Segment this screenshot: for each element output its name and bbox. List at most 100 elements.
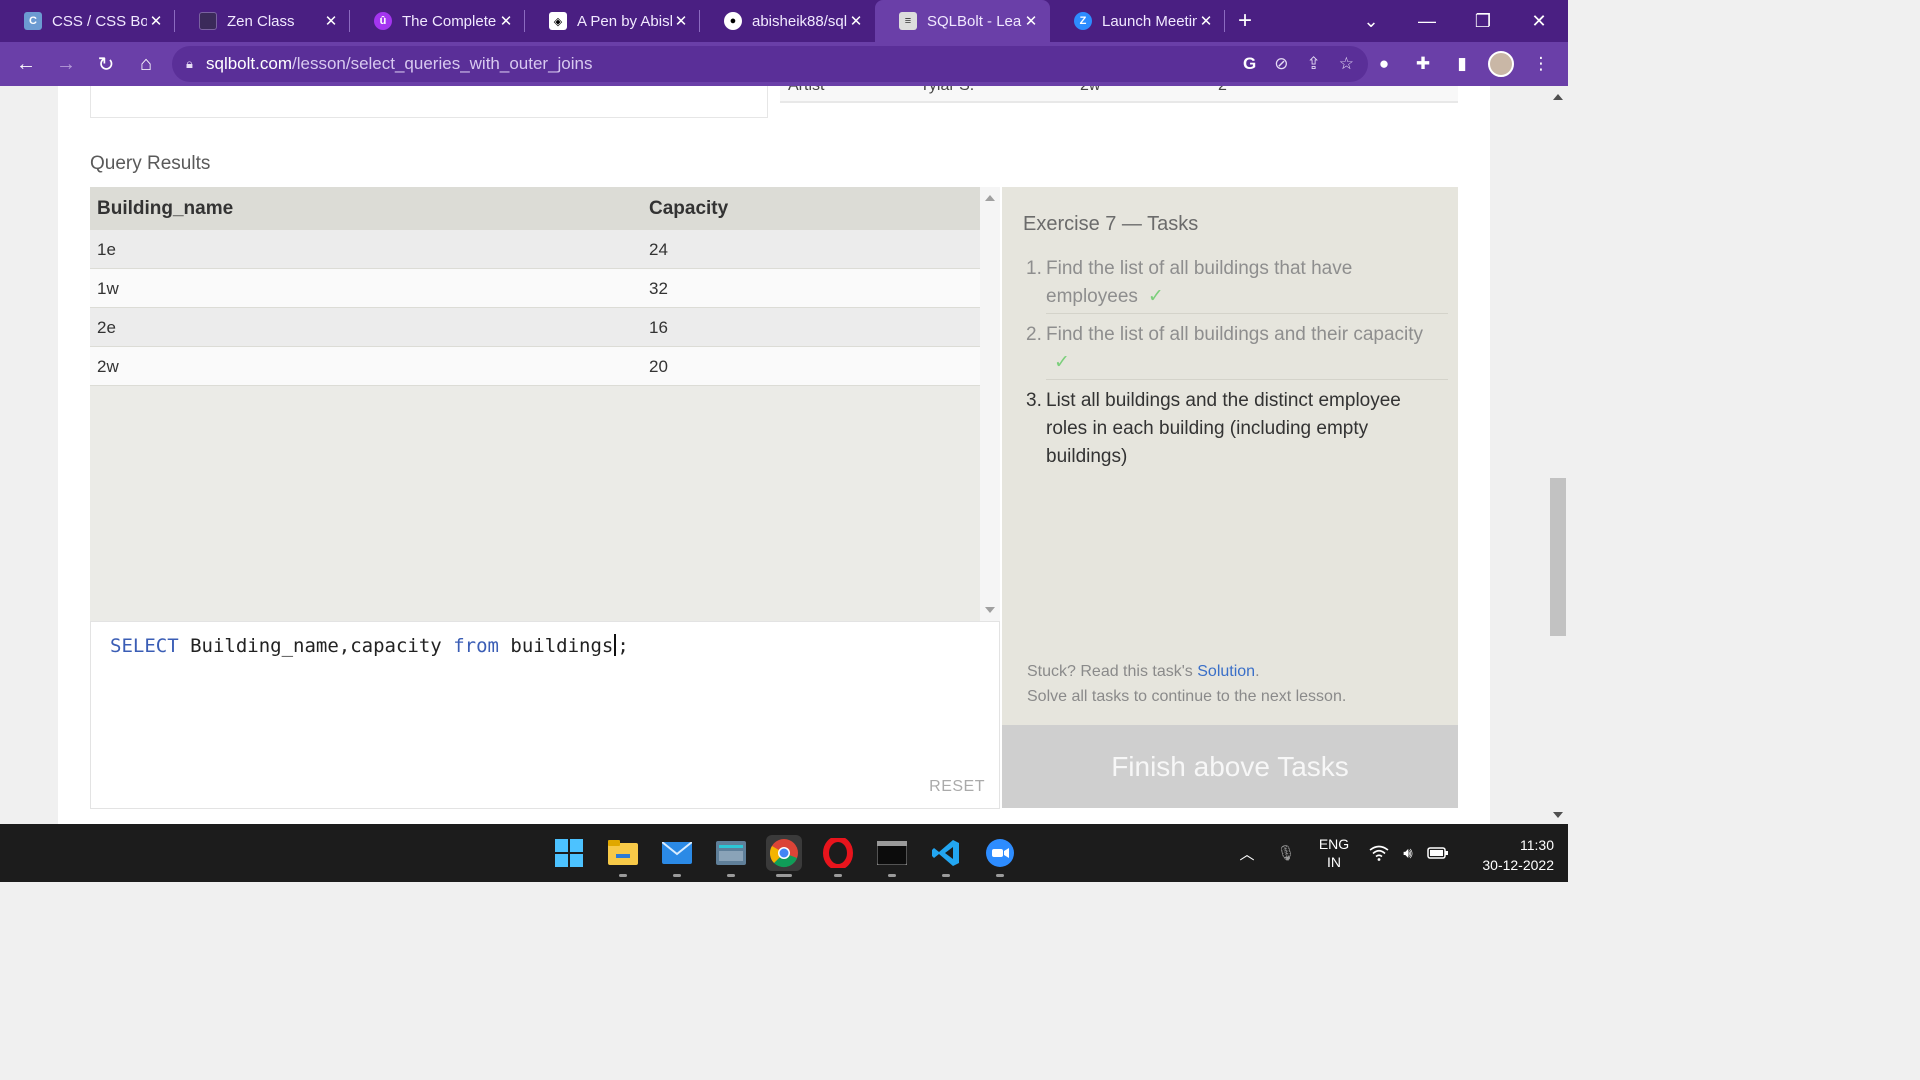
- forward-icon[interactable]: →: [46, 42, 86, 86]
- table-cell: 24: [649, 240, 668, 259]
- table-preview: Artist Tylar S. 2w 2: [780, 86, 1458, 118]
- side-panel-icon[interactable]: ▮: [1443, 42, 1481, 86]
- star-icon[interactable]: ☆: [1339, 54, 1354, 74]
- volume-icon[interactable]: 🔊︎: [1396, 824, 1420, 882]
- tab-label: Launch Meetin: [1102, 12, 1197, 30]
- close-icon[interactable]: ✕: [322, 12, 340, 30]
- url-path: /lesson/select_queries_with_outer_joins: [291, 54, 593, 73]
- share-icon[interactable]: ⇪: [1307, 54, 1321, 74]
- finish-tasks-button[interactable]: Finish above Tasks: [1002, 725, 1458, 808]
- hint-suffix: .: [1255, 663, 1260, 680]
- scroll-thumb[interactable]: [1550, 478, 1566, 636]
- task-text: List all buildings and the distinct empl…: [1046, 390, 1401, 467]
- table-cell: 2w: [97, 357, 119, 376]
- close-icon[interactable]: ✕: [672, 12, 690, 30]
- scroll-up-icon[interactable]: [1553, 94, 1563, 100]
- results-table: Building_name Capacity 1e 24 1w 32 2e 16…: [90, 187, 980, 621]
- results-scrollbar[interactable]: [980, 187, 1000, 621]
- wifi-icon[interactable]: [1368, 824, 1390, 882]
- zoom-app-icon[interactable]: [982, 835, 1018, 871]
- tab-css-box[interactable]: C CSS / CSS Box ✕: [0, 0, 175, 42]
- table-cell: Artist: [788, 86, 824, 95]
- codepen-icon: ◈: [549, 12, 567, 30]
- hint-prefix: Stuck? Read this task's: [1027, 663, 1198, 680]
- tab-github[interactable]: ● abisheik88/sql ✕: [700, 0, 875, 42]
- solution-link[interactable]: Solution: [1197, 663, 1255, 680]
- taskbar: ︿ 🎙︎ ENG IN 🔊︎ 11:30 30-12-2022: [0, 824, 1568, 882]
- extension-icon[interactable]: ●: [1365, 42, 1403, 86]
- opera-icon[interactable]: [820, 835, 856, 871]
- close-icon[interactable]: ✕: [497, 12, 515, 30]
- battery-icon[interactable]: [1426, 824, 1450, 882]
- close-window-icon[interactable]: ✕: [1511, 0, 1567, 42]
- url-field[interactable]: 🔒︎ sqlbolt.com/lesson/select_queries_wit…: [172, 46, 1368, 82]
- close-icon[interactable]: ✕: [1197, 12, 1215, 30]
- tab-sqlbolt[interactable]: ≡ SQLBolt - Learn ✕: [875, 0, 1050, 42]
- page-content: Artist Tylar S. 2w 2 Query Results Build…: [0, 86, 1548, 824]
- zoom-icon: Z: [1074, 12, 1092, 30]
- sql-text: Building_name,capacity: [178, 635, 454, 657]
- table-row: 1w 32: [90, 269, 980, 308]
- sql-code[interactable]: SELECT Building_name,capacity from build…: [110, 634, 629, 657]
- lang-region: IN: [1327, 854, 1341, 870]
- table-cell: 20: [649, 357, 668, 376]
- scroll-down-icon[interactable]: [1553, 812, 1563, 818]
- windows-start-icon[interactable]: [551, 835, 587, 871]
- tab-codepen[interactable]: ◈ A Pen by Abish ✕: [525, 0, 700, 42]
- back-icon[interactable]: ←: [6, 42, 46, 86]
- clock-date: 30-12-2022: [1482, 857, 1554, 873]
- language-indicator[interactable]: ENG IN: [1314, 835, 1354, 871]
- tab-zen-class[interactable]: Zen Class ✕: [175, 0, 350, 42]
- tab-the-complete[interactable]: û The Complete ✕: [350, 0, 525, 42]
- lock-icon: 🔒︎: [186, 56, 193, 71]
- tab-search-icon[interactable]: ⌄: [1343, 0, 1399, 42]
- table-row: 1e 24: [90, 230, 980, 269]
- new-tab-button[interactable]: +: [1225, 0, 1265, 42]
- file-explorer-icon[interactable]: [605, 835, 641, 871]
- tab-label: Zen Class: [227, 12, 295, 30]
- lang-code: ENG: [1318, 836, 1350, 852]
- table-cell: Tylar S.: [920, 86, 974, 95]
- hint-line2: Solve all tasks to continue to the next …: [1027, 688, 1347, 705]
- tab-label: A Pen by Abish: [577, 12, 672, 30]
- reload-icon[interactable]: ↻: [86, 42, 126, 86]
- table-cell: 32: [649, 279, 668, 298]
- minimize-icon[interactable]: —: [1399, 0, 1455, 42]
- check-icon: ✓: [1147, 286, 1164, 307]
- keyboard-app-icon[interactable]: [713, 835, 749, 871]
- puzzle-icon[interactable]: ✚: [1404, 42, 1442, 86]
- avatar[interactable]: [1482, 42, 1520, 86]
- eye-off-icon[interactable]: ⊘: [1274, 54, 1288, 74]
- close-icon[interactable]: ✕: [1022, 12, 1040, 30]
- microphone-icon[interactable]: 🎙︎: [1274, 824, 1298, 882]
- menu-icon[interactable]: ⋮: [1522, 42, 1560, 86]
- css-icon: C: [24, 12, 42, 30]
- chrome-icon[interactable]: [766, 835, 802, 871]
- close-icon[interactable]: ✕: [847, 12, 865, 30]
- system-clock[interactable]: 11:30 30-12-2022: [1460, 835, 1554, 875]
- table-cell: 2e: [97, 318, 116, 337]
- chevron-up-icon[interactable]: ︿: [1236, 824, 1258, 882]
- sql-keyword: SELECT: [110, 635, 179, 657]
- table-row: 2e 16: [90, 308, 980, 347]
- zen-icon: [199, 12, 217, 30]
- home-icon[interactable]: ⌂: [126, 42, 166, 86]
- scroll-up-icon[interactable]: [985, 195, 995, 201]
- google-icon[interactable]: G: [1243, 54, 1256, 74]
- restore-icon[interactable]: ❐: [1455, 0, 1511, 42]
- table-cell: 1w: [97, 279, 119, 298]
- results-header: Building_name Capacity: [90, 187, 980, 230]
- scroll-down-icon[interactable]: [985, 607, 995, 613]
- window-scrollbar[interactable]: [1548, 86, 1568, 824]
- mail-icon[interactable]: [659, 835, 695, 871]
- table-cell: 2w: [1080, 86, 1100, 95]
- address-bar: ← → ↻ ⌂ 🔒︎ sqlbolt.com/lesson/select_que…: [0, 42, 1568, 86]
- close-icon[interactable]: ✕: [147, 12, 165, 30]
- sql-editor[interactable]: SELECT Building_name,capacity from build…: [90, 621, 1000, 809]
- terminal-icon[interactable]: [874, 835, 910, 871]
- tab-label: The Complete: [402, 12, 497, 30]
- task-number: 2.: [1026, 324, 1042, 345]
- vscode-icon[interactable]: [928, 835, 964, 871]
- reset-button[interactable]: RESET: [929, 778, 985, 796]
- tab-zoom-meeting[interactable]: Z Launch Meetin ✕: [1050, 0, 1225, 42]
